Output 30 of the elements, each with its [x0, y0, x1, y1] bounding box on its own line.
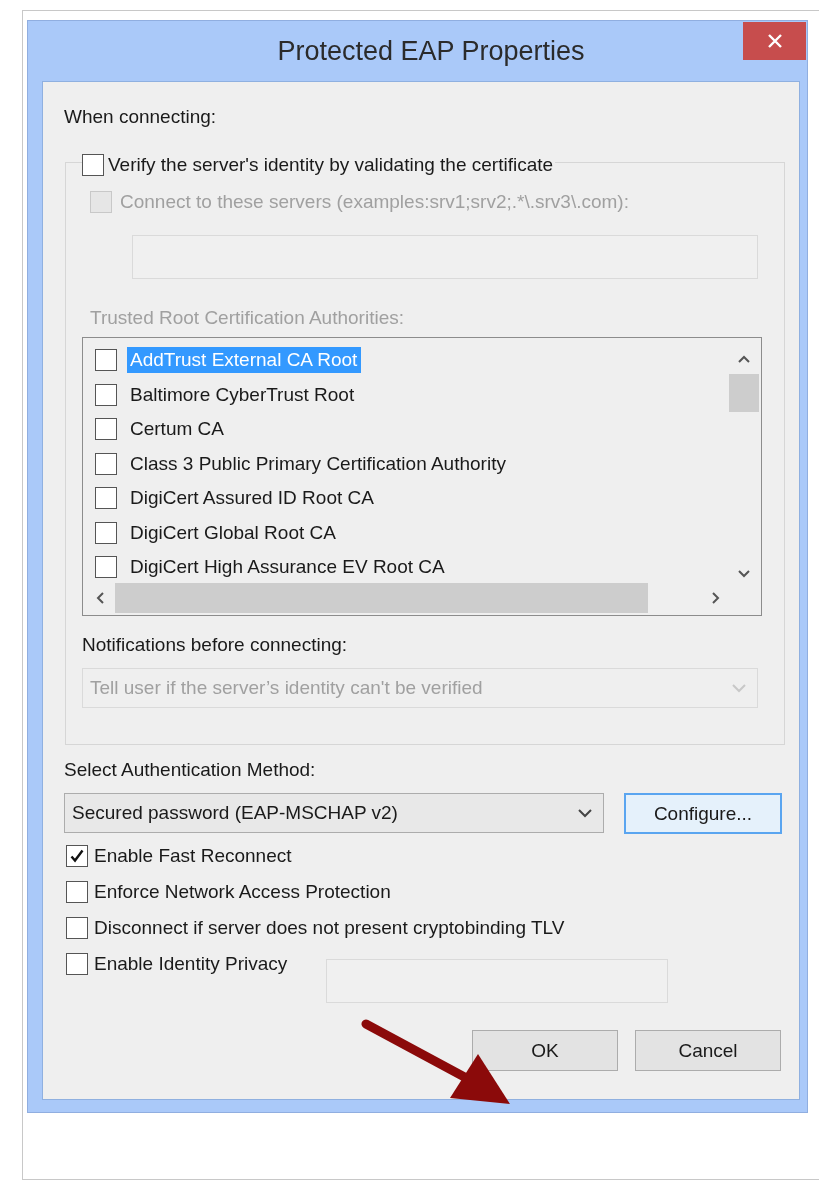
section-label: Select Authentication Method: [64, 759, 317, 781]
checkbox[interactable] [66, 881, 88, 903]
dialog-button[interactable]: Cancel [635, 1030, 781, 1071]
checkbox[interactable] [66, 917, 88, 939]
configure-button[interactable]: Configure... [624, 793, 782, 834]
checkbox[interactable] [82, 154, 104, 176]
checkbox-label: Verify the server's identity by validating the certificate [108, 154, 554, 176]
scrollbar-thumb[interactable] [729, 374, 759, 412]
scroll-right-icon[interactable] [711, 591, 721, 605]
scroll-up-icon[interactable] [737, 354, 751, 364]
checkbox[interactable] [66, 845, 88, 867]
checkbox-label: Enable Identity Privacy [94, 953, 288, 975]
checkbox-label: Enforce Network Access Protection [94, 881, 391, 903]
window-title: Protected EAP Properties [277, 35, 585, 67]
dialog-button[interactable]: OK [472, 1030, 618, 1071]
chevron-down-icon [731, 683, 747, 693]
authentication-method-dropdown[interactable]: Secured password (EAP-MSCHAP v2) [64, 792, 604, 833]
scrollbar-thumb[interactable] [115, 583, 648, 613]
section-label: When connecting: [64, 106, 218, 128]
close-icon [767, 34, 782, 48]
scroll-left-icon[interactable] [95, 591, 105, 605]
checkbox-label: Connect to these servers (examples:srv1;srv2;.*\.srv3\.com): [120, 191, 629, 213]
checkbox[interactable] [66, 953, 88, 975]
scroll-down-icon[interactable] [737, 569, 751, 579]
list-label: Trusted Root Certification Authorities: [90, 307, 405, 329]
checkbox-label: Enable Fast Reconnect [94, 845, 292, 867]
close-button[interactable] [743, 22, 806, 60]
checkbox-label: Disconnect if server does not present cryptobinding TLV [94, 917, 565, 939]
chevron-down-icon [577, 807, 593, 818]
section-label: Notifications before connecting: [82, 634, 349, 656]
